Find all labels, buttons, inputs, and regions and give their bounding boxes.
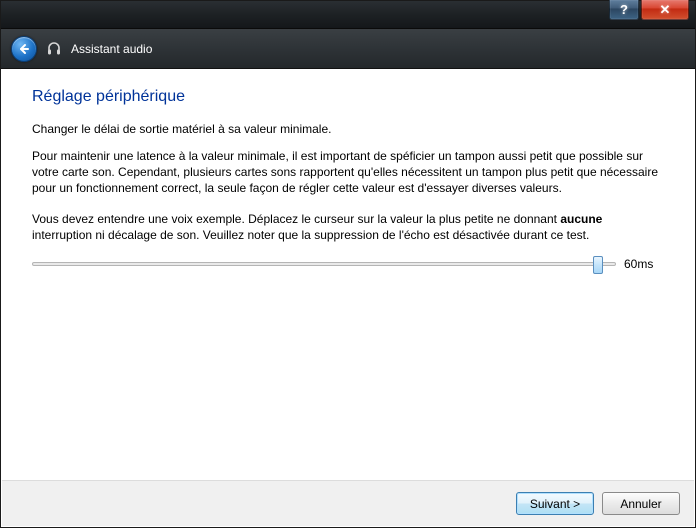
help-icon: ? [620,2,628,17]
titlebar: ? ✕ [1,1,695,29]
para2-bold: aucune [560,212,602,226]
latency-slider-thumb[interactable] [593,256,603,274]
wizard-window: ? ✕ Assistant audio Réglage périphérique… [0,0,696,528]
latency-slider-row: 60ms [32,257,664,271]
cancel-button[interactable]: Annuler [602,492,680,515]
wizard-footer: Suivant > Annuler [2,480,694,526]
close-button[interactable]: ✕ [641,0,689,20]
back-button[interactable] [11,36,37,62]
arrow-left-icon [17,42,31,56]
header-title: Assistant audio [71,42,152,56]
close-icon: ✕ [660,2,671,18]
wizard-content: Réglage périphérique Changer le délai de… [2,70,694,480]
wizard-header: Assistant audio [1,29,695,69]
page-subtitle: Changer le délai de sortie matériel à sa… [32,122,664,136]
headphones-icon [45,40,63,58]
latency-slider[interactable] [32,262,616,266]
titlebar-buttons: ? ✕ [609,0,689,20]
help-button[interactable]: ? [609,0,639,20]
next-button[interactable]: Suivant > [516,492,594,515]
para2-pre: Vous devez entendre une voix exemple. Dé… [32,212,560,226]
paragraph-1: Pour maintenir une latence à la valeur m… [32,148,664,197]
paragraph-2: Vous devez entendre une voix exemple. Dé… [32,211,664,243]
latency-value-label: 60ms [624,257,664,271]
page-title: Réglage périphérique [32,88,664,106]
para2-post: interruption ni décalage de son. Veuille… [32,228,589,242]
